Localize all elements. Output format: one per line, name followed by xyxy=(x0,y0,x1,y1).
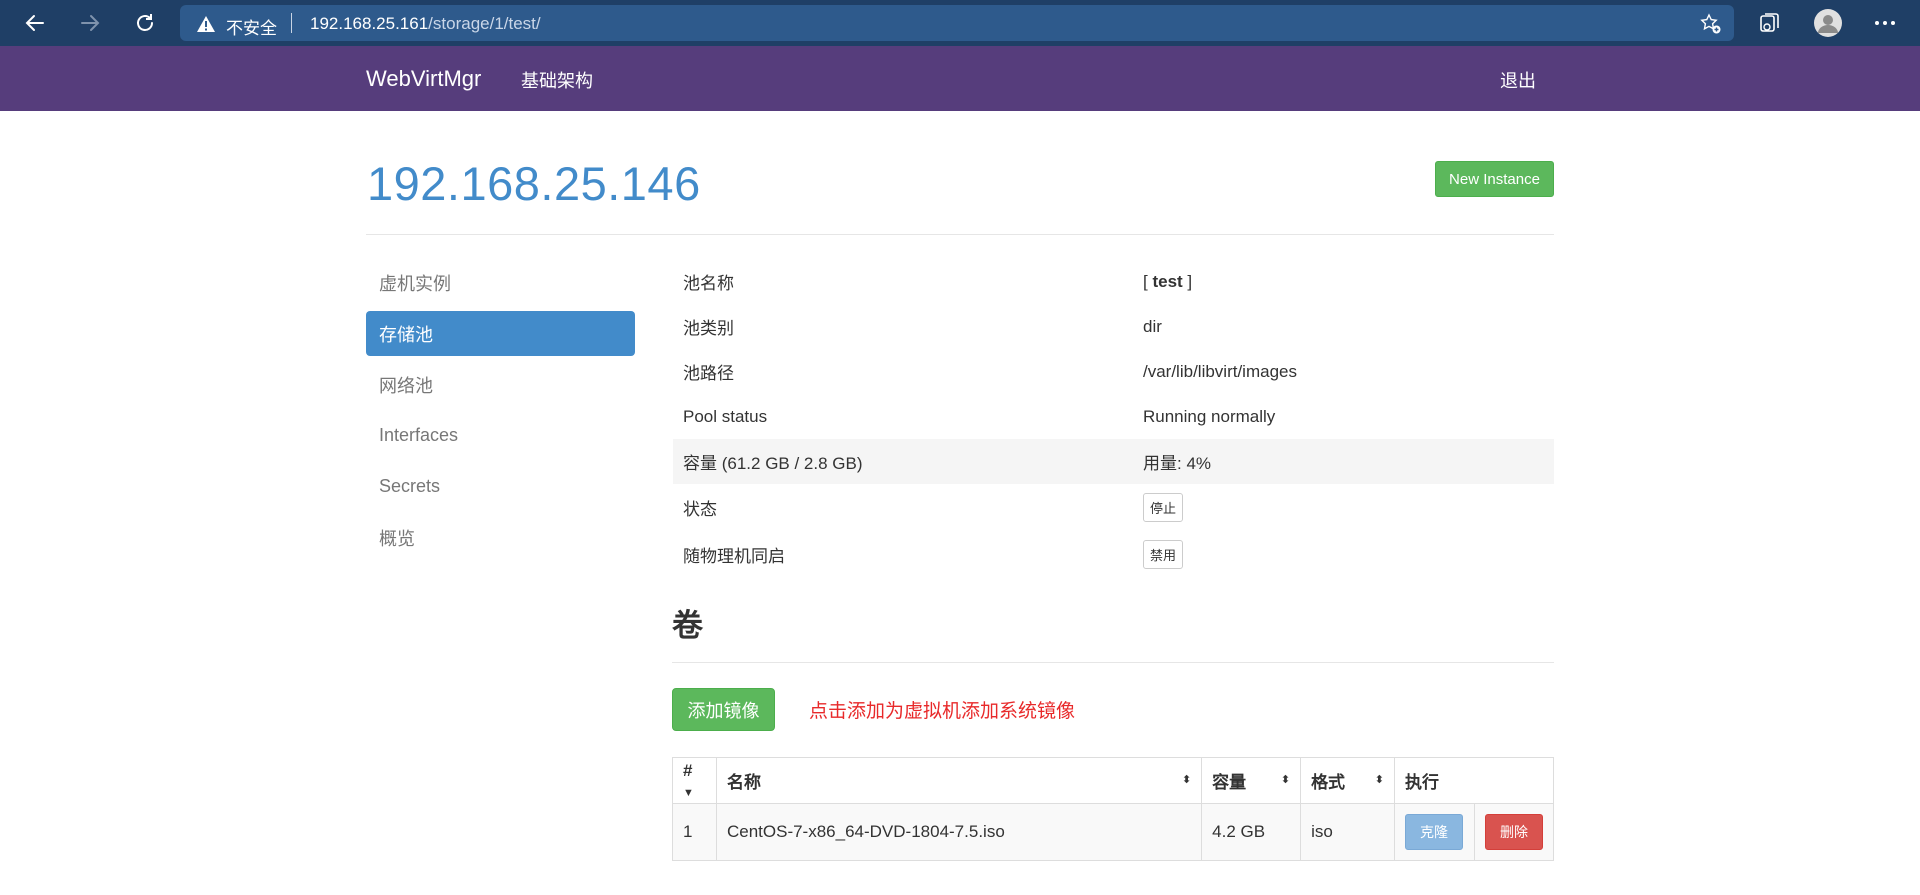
row-index: 1 xyxy=(672,803,717,861)
pool-autostart-label: 随物理机同启 xyxy=(683,547,785,566)
disable-autostart-button[interactable]: 禁用 xyxy=(1143,540,1184,569)
pool-type-row: 池类别 dir xyxy=(673,304,1554,349)
sidebar-item-storage[interactable]: 存储池 xyxy=(366,311,635,356)
avatar-icon xyxy=(1814,9,1842,37)
collections-button[interactable] xyxy=(1754,8,1784,38)
pool-state-value: 停止 xyxy=(1143,493,1554,522)
pool-path-row: 池路径 /var/lib/libvirt/images xyxy=(673,349,1554,394)
table-row: 1 CentOS-7-x86_64-DVD-1804-7.5.iso 4.2 G… xyxy=(672,803,1554,861)
pool-path-label: 池路径 xyxy=(683,364,734,383)
column-format-label: 格式 xyxy=(1311,773,1346,792)
volumes-divider xyxy=(672,662,1554,663)
pool-type-value: dir xyxy=(1143,316,1162,336)
sidebar: 虚机实例 存储池 网络池 Interfaces Secrets 概览 xyxy=(366,260,635,566)
app-navbar: WebVirtMgr 基础架构 退出 xyxy=(0,46,1920,111)
sidebar-item-secrets[interactable]: Secrets xyxy=(366,464,635,509)
nav-logout[interactable]: 退出 xyxy=(1500,67,1536,93)
row-clone-cell: 克隆 xyxy=(1393,803,1476,861)
volumes-table: # ▼ 名称 ⬍ 容量 ⬍ 格式 ⬍ 执行 1 CentOS-7-x86_64-DVD… xyxy=(672,757,1555,861)
address-bar[interactable]: 不安全 192.168.25.161/storage/1/test/ xyxy=(180,5,1734,41)
pool-name-label: 池名称 xyxy=(683,274,734,293)
url-host: 192.168.25.161 xyxy=(310,14,429,33)
row-format: iso xyxy=(1300,803,1395,861)
clone-button[interactable]: 克隆 xyxy=(1404,814,1463,850)
address-separator xyxy=(291,13,292,33)
column-action-label: 执行 xyxy=(1404,773,1439,792)
volumes-header-row: # ▼ 名称 ⬍ 容量 ⬍ 格式 ⬍ 执行 xyxy=(672,757,1555,804)
add-image-hint: 点击添加为虚拟机添加系统镜像 xyxy=(809,701,1076,722)
column-format[interactable]: 格式 ⬍ xyxy=(1300,757,1395,804)
column-index[interactable]: # ▼ xyxy=(672,757,717,804)
warning-icon xyxy=(197,16,215,32)
url-text[interactable]: 192.168.25.161/storage/1/test/ xyxy=(310,14,541,34)
sort-icon: ⬍ xyxy=(1374,774,1384,786)
collections-icon xyxy=(1760,13,1779,32)
sidebar-item-instances[interactable]: 虚机实例 xyxy=(366,260,635,305)
column-name-label: 名称 xyxy=(726,773,761,792)
row-name: CentOS-7-x86_64-DVD-1804-7.5.iso xyxy=(715,803,1203,861)
sidebar-item-networks[interactable]: 网络池 xyxy=(366,362,635,407)
more-dots-icon xyxy=(1875,21,1895,25)
pool-status-label: Pool status xyxy=(683,406,768,426)
refresh-icon xyxy=(137,14,153,31)
pool-state-row: 状态 停止 xyxy=(673,484,1554,531)
pool-autostart-row: 随物理机同启 禁用 xyxy=(673,531,1554,578)
pool-name-row: 池名称 [ test ] xyxy=(673,259,1554,304)
brand-link[interactable]: WebVirtMgr xyxy=(366,66,481,92)
sort-icon: ⬍ xyxy=(1280,774,1291,786)
pool-name-value: [ test ] xyxy=(1143,272,1554,292)
arrow-right-icon xyxy=(81,15,100,31)
page-title: 192.168.25.146 xyxy=(367,157,701,210)
stop-pool-button[interactable]: 停止 xyxy=(1143,493,1184,522)
pool-status-row: Pool status Running normally xyxy=(673,394,1554,439)
sort-desc-icon: ▼ xyxy=(683,786,694,799)
pool-autostart-value: 禁用 xyxy=(1143,540,1554,569)
arrow-left-icon xyxy=(25,15,44,31)
header-divider xyxy=(366,234,1554,235)
back-button[interactable] xyxy=(18,6,52,40)
pool-capacity-label: 容量 (61.2 GB / 2.8 GB) xyxy=(683,454,863,473)
column-action: 执行 xyxy=(1393,757,1555,804)
column-size[interactable]: 容量 ⬍ xyxy=(1201,757,1302,804)
sidebar-item-overview[interactable]: 概览 xyxy=(366,515,635,560)
row-delete-cell: 删除 xyxy=(1474,803,1554,861)
star-add-icon[interactable] xyxy=(1700,13,1722,35)
new-instance-button[interactable]: New Instance xyxy=(1435,161,1554,197)
volumes-title: 卷 xyxy=(672,608,703,643)
row-size: 4.2 GB xyxy=(1201,803,1302,861)
add-image-button[interactable]: 添加镜像 xyxy=(672,688,775,731)
pool-name-suffix: ] xyxy=(1182,271,1193,291)
url-path: /storage/1/test/ xyxy=(428,14,541,33)
sort-icon: ⬍ xyxy=(1181,774,1192,786)
reload-button[interactable] xyxy=(128,6,162,40)
sidebar-item-interfaces[interactable]: Interfaces xyxy=(366,413,635,458)
pool-path-value: /var/lib/libvirt/images xyxy=(1143,361,1297,381)
pool-state-label: 状态 xyxy=(683,500,717,519)
profile-button[interactable] xyxy=(1813,8,1843,38)
browser-toolbar: 不安全 192.168.25.161/storage/1/test/ xyxy=(0,0,1920,46)
nav-infrastructure[interactable]: 基础架构 xyxy=(521,67,593,93)
pool-capacity-row: 容量 (61.2 GB / 2.8 GB) 用量: 4% xyxy=(673,439,1554,484)
delete-button[interactable]: 删除 xyxy=(1485,814,1543,850)
more-button[interactable] xyxy=(1870,8,1900,38)
column-name[interactable]: 名称 ⬍ xyxy=(715,757,1203,804)
pool-status-value: Running normally xyxy=(1143,406,1276,426)
pool-name-text: test xyxy=(1152,271,1183,291)
pool-usage-value: 用量: 4% xyxy=(1143,454,1212,473)
insecure-label[interactable]: 不安全 xyxy=(226,14,277,39)
pool-type-label: 池类别 xyxy=(683,319,734,338)
column-size-label: 容量 xyxy=(1212,773,1247,792)
forward-button[interactable] xyxy=(73,6,107,40)
column-index-label: # xyxy=(683,760,693,780)
pool-info-table: 池名称 [ test ] 池类别 dir 池路径 /var/lib/libvir… xyxy=(673,259,1554,578)
